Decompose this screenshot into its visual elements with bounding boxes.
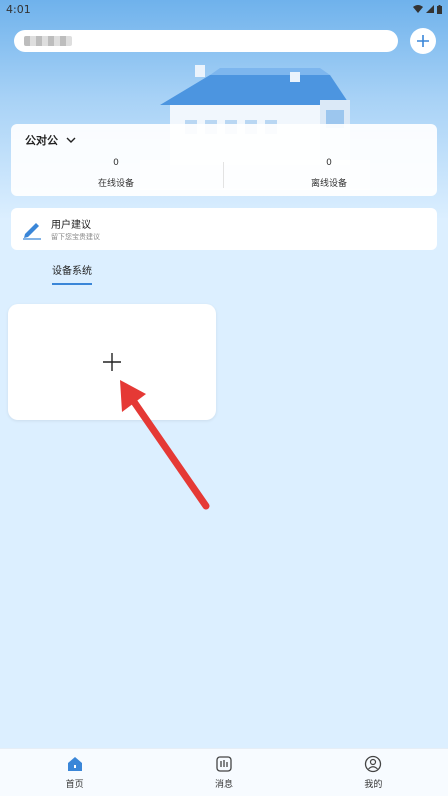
status-bar: 4:01 [0, 0, 448, 18]
bottom-nav: 首页 消息 我的 [0, 748, 448, 796]
wifi-icon [413, 5, 423, 13]
add-button[interactable] [410, 28, 436, 54]
signal-icon [426, 5, 434, 13]
offline-label: 离线设备 [310, 179, 347, 189]
feedback-subtitle: 留下您宝贵建议 [51, 233, 100, 241]
battery-icon [437, 4, 442, 14]
plus-icon [103, 353, 121, 371]
add-device-card[interactable] [8, 304, 216, 420]
feedback-card[interactable]: 用户建议 留下您宝贵建议 [11, 208, 437, 250]
search-input[interactable] [14, 30, 398, 52]
offline-stat[interactable]: 0 离线设备 [224, 158, 434, 189]
nav-messages-label: 消息 [214, 780, 233, 790]
feedback-title: 用户建议 [51, 220, 91, 231]
device-stats-card: 公对公 0 在线设备 0 离线设备 [11, 124, 437, 196]
nav-home-label: 首页 [65, 780, 84, 790]
plus-icon [417, 35, 429, 47]
online-label: 在线设备 [97, 179, 134, 189]
online-stat[interactable]: 0 在线设备 [11, 158, 221, 189]
nav-home[interactable]: 首页 [0, 749, 149, 796]
message-icon [216, 756, 232, 772]
tab-device-system[interactable]: 设备系统 [52, 262, 92, 277]
status-icons [413, 4, 442, 14]
home-selector[interactable]: 公对公 [25, 132, 76, 148]
chevron-down-icon [66, 137, 76, 143]
profile-icon [365, 755, 382, 773]
status-time: 4:01 [6, 2, 31, 16]
nav-messages[interactable]: 消息 [149, 749, 298, 796]
blurred-account-name [24, 36, 72, 46]
edit-icon [23, 223, 41, 240]
tab-indicator [52, 283, 92, 285]
nav-profile[interactable]: 我的 [299, 749, 448, 796]
offline-count: 0 [326, 158, 332, 168]
home-name: 公对公 [25, 134, 58, 147]
nav-profile-label: 我的 [364, 780, 383, 790]
home-icon [67, 757, 82, 771]
online-count: 0 [113, 158, 119, 168]
